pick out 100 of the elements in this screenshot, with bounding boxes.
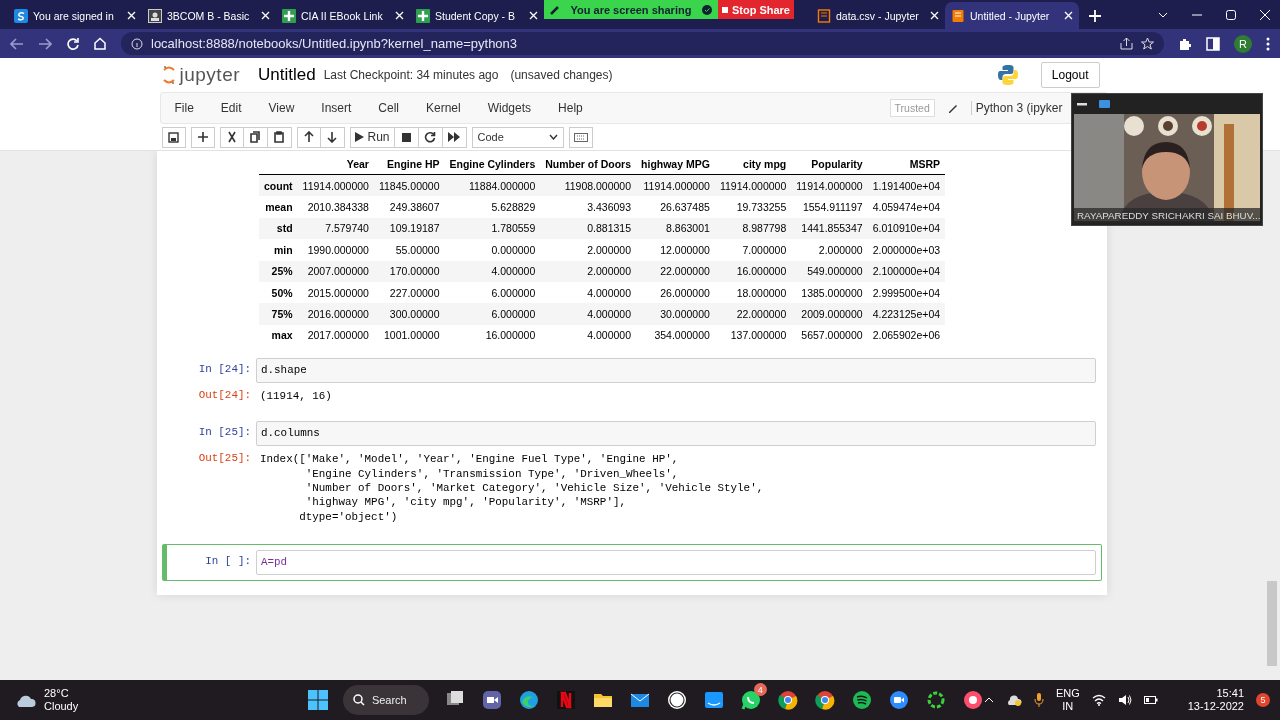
table-cell: 22.000000 (714, 303, 792, 325)
table-cell: 4.000000 (444, 260, 541, 282)
table-cell: 26.637485 (636, 196, 715, 218)
row-header: 50% (259, 281, 298, 304)
table-cell: 8.863001 (636, 217, 715, 240)
weather-condition: Cloudy (44, 700, 79, 713)
table-cell: 2017.000000 (297, 324, 374, 347)
menu-item[interactable]: View (258, 101, 305, 115)
badge: 4 (753, 683, 767, 696)
table-cell: 3.436093 (540, 196, 637, 218)
table-cell: 5657.000000 (791, 324, 868, 347)
logo-text[interactable]: jupyter (179, 64, 241, 86)
run-button[interactable]: Run (349, 126, 395, 148)
table-cell: 2009.000000 (791, 303, 868, 325)
table-cell: 22.000000 (636, 260, 715, 282)
table-cell: 19.733255 (714, 196, 792, 218)
code-input[interactable]: d.shape (256, 358, 1096, 384)
table-cell: 7.000000 (714, 239, 792, 261)
input-prompt: In [ ]: (204, 553, 252, 569)
row-header: count (259, 174, 298, 197)
input-prompt: In [25]: (197, 425, 252, 441)
logout-button[interactable]: Logout (1040, 62, 1100, 88)
menu-item[interactable]: Edit (210, 101, 252, 115)
selected-cell[interactable]: In [ ]: A=pd (162, 543, 1102, 581)
table-cell: 2015.000000 (297, 281, 374, 304)
table-cell: 2.999500e+04 (867, 281, 946, 304)
table-cell: 26.000000 (636, 281, 715, 304)
row-header: std (259, 217, 298, 240)
stop-share-button[interactable]: Stop Share (717, 0, 794, 19)
menu-item[interactable]: Help (548, 101, 593, 115)
column-header: MSRP (867, 153, 946, 175)
column-header: Number of Doors (540, 153, 637, 175)
browser-tab[interactable]: data.csv - Jupyter (811, 2, 945, 29)
browser-tab[interactable]: Untitled - Jupyter (945, 2, 1079, 29)
row-header: mean (259, 196, 298, 218)
table-cell: 2.000000 (791, 239, 868, 261)
participant-name: RAYAPAREDDY SRICHAKRI SAI BHUV... (1074, 208, 1260, 223)
table-cell: 2.000000 (540, 260, 637, 282)
sharing-status: You are screen sharing (570, 3, 692, 16)
table-cell: 6.000000 (444, 281, 541, 304)
table-cell: 4.059474e+04 (867, 196, 946, 218)
language-indicator[interactable]: ENG IN (1055, 687, 1080, 713)
menu-item[interactable]: Insert (311, 101, 362, 115)
code-input[interactable]: A=pd (256, 549, 1096, 575)
profile-avatar[interactable]: R (1234, 34, 1252, 53)
table-cell: 11914.000000 (714, 174, 792, 197)
menu-item[interactable]: Cell (368, 101, 409, 115)
row-header: 25% (259, 260, 298, 282)
table-cell: 5.628829 (444, 196, 541, 218)
table-cell: 7.579740 (297, 217, 374, 240)
temperature: 28°C (44, 687, 70, 700)
menu-item[interactable]: Widgets (477, 101, 542, 115)
cell-type-select[interactable]: Code (471, 126, 564, 148)
table-cell: 4.000000 (540, 324, 637, 347)
table-cell: 4.223125e+04 (867, 303, 946, 325)
checkpoint-text: Last Checkpoint: 34 minutes ago (323, 68, 499, 82)
table-cell: 4.000000 (540, 303, 637, 325)
browser-tab[interactable]: You are signed in (8, 2, 142, 29)
table-cell: 227.00000 (373, 281, 445, 304)
table-cell: 170.00000 (373, 260, 445, 282)
notification-badge[interactable]: 5 (1256, 693, 1270, 707)
table-cell: 2.100000e+04 (867, 260, 946, 282)
table-cell: 300.00000 (373, 303, 445, 325)
table-cell: 2016.000000 (297, 303, 374, 325)
table-cell: 1.191400e+04 (867, 174, 946, 197)
table-cell: 249.38607 (373, 196, 445, 218)
browser-tab[interactable]: 3BCOM B - Basic (142, 2, 276, 29)
table-cell: 137.000000 (714, 324, 792, 347)
table-cell: 109.19187 (373, 217, 445, 240)
notebook-title[interactable]: Untitled (258, 65, 316, 85)
table-cell: 6.010910e+04 (867, 217, 946, 240)
table-cell: 0.000000 (444, 239, 541, 261)
code-input[interactable]: d.columns (256, 421, 1096, 447)
table-cell: 1001.00000 (373, 324, 445, 347)
address-field[interactable]: localhost:8888/notebooks/Untitled.ipynb?kernel_name=python3 (121, 32, 1164, 55)
menu-item[interactable]: Kernel (416, 101, 471, 115)
table-cell: 0.881315 (540, 217, 637, 240)
table-cell: 2010.384338 (297, 196, 374, 218)
menu-item[interactable]: File (164, 101, 204, 115)
table-cell: 55.00000 (373, 239, 445, 261)
table-cell: 6.000000 (444, 303, 541, 325)
search-field[interactable]: Search (342, 685, 429, 715)
row-header: 75% (259, 303, 298, 325)
table-cell: 30.000000 (636, 303, 715, 325)
kernel-name[interactable]: Python 3 (ipyker (970, 101, 1063, 115)
clock[interactable]: 15:41 13-12-2022 (1187, 687, 1244, 713)
table-cell: 16.000000 (444, 324, 541, 347)
table-cell: 4.000000 (540, 281, 637, 304)
table-cell: 11908.000000 (540, 174, 637, 197)
browser-tab[interactable]: CIA II EBook Link (276, 2, 410, 29)
browser-tab[interactable]: Student Copy - B (410, 2, 544, 29)
table-cell: 11914.000000 (297, 174, 374, 197)
table-cell: 2.065902e+06 (867, 324, 946, 347)
row-header: max (259, 324, 298, 347)
table-cell: 18.000000 (714, 281, 792, 304)
output-prompt: Out[25]: (197, 452, 252, 467)
table-cell: 1554.911197 (791, 196, 868, 218)
table-cell: 8.987798 (714, 217, 792, 240)
column-header: highway MPG (636, 153, 715, 175)
table-cell: 12.000000 (636, 239, 715, 261)
